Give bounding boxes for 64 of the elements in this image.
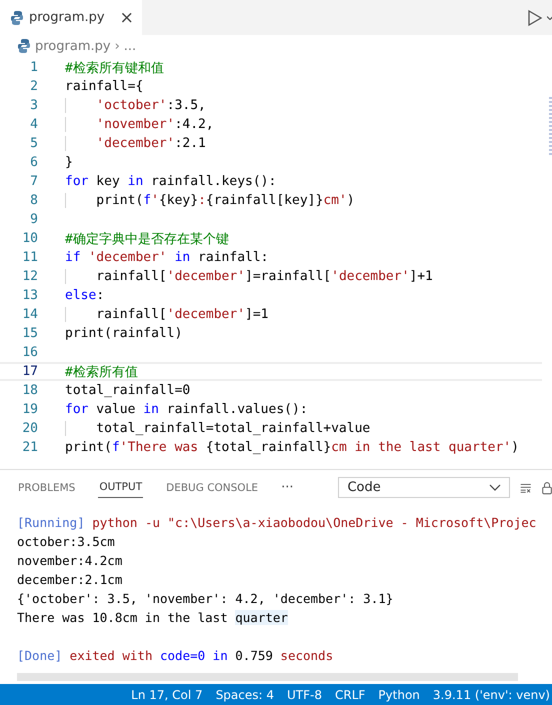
more-button[interactable]: ··· bbox=[281, 480, 294, 495]
python-file-icon bbox=[10, 10, 24, 26]
code-line: print(f'There was {total_rainfall}cm in the last quarter') bbox=[65, 440, 519, 455]
line-number: 13 bbox=[21, 288, 38, 303]
output-line: [Done] exited with code=0 in 0.759 seconds bbox=[17, 647, 334, 665]
close-icon[interactable]: × bbox=[120, 8, 134, 28]
tab-label: program.py bbox=[29, 10, 105, 25]
code-line: for key in rainfall.keys(): bbox=[65, 174, 276, 189]
line-number: 17 bbox=[21, 364, 38, 379]
line-number: 6 bbox=[29, 155, 38, 170]
status-item[interactable]: CRLF bbox=[334, 688, 366, 702]
output-line: There was 10.8cm in the last quarter bbox=[17, 609, 288, 627]
output-line: {'october': 3.5, 'november': 4.2, 'december': 3.1} bbox=[17, 590, 394, 608]
line-number: 5 bbox=[29, 136, 38, 151]
breadcrumb-item[interactable]: ... bbox=[124, 38, 136, 54]
line-number: 3 bbox=[29, 98, 38, 113]
status-item[interactable]: Spaces: 4 bbox=[216, 688, 274, 702]
panel-tab[interactable]: OUTPUT bbox=[98, 477, 144, 498]
channel-dropdown[interactable]: Code bbox=[338, 477, 510, 498]
panel-tab[interactable]: DEBUG CONSOLE bbox=[165, 478, 260, 498]
panel-tab[interactable]: PROBLEMS bbox=[17, 478, 76, 498]
output-line: october:3.5cm bbox=[17, 533, 115, 551]
code-line: rainfall={ bbox=[65, 79, 144, 94]
status-item[interactable]: UTF-8 bbox=[287, 688, 322, 702]
line-number: 10 bbox=[21, 231, 38, 246]
python-file-icon bbox=[17, 38, 31, 54]
code-line: #确定字典中是否存在某个键 bbox=[65, 230, 229, 248]
status-item[interactable]: 3.9.11 ('env': venv) bbox=[432, 688, 550, 702]
minimap bbox=[549, 97, 552, 157]
line-number: 20 bbox=[21, 421, 38, 436]
code-line: if 'december' in rainfall: bbox=[65, 250, 269, 265]
editor-tab[interactable]: program.py × bbox=[0, 0, 142, 35]
line-number: 12 bbox=[21, 269, 38, 284]
run-icon bbox=[527, 8, 543, 26]
code-line: #检索所有键和值 bbox=[65, 60, 164, 76]
code-line: #检索所有值 bbox=[65, 364, 138, 380]
output-line: november:4.2cm bbox=[17, 552, 122, 570]
status-item[interactable]: Python bbox=[378, 688, 420, 702]
line-number: 16 bbox=[21, 345, 38, 360]
code-line: for value in rainfall.values(): bbox=[65, 402, 308, 417]
line-number: 4 bbox=[29, 117, 38, 132]
output-line: [Running] python -u "c:\Users\a-xiaobodou\OneDrive - Microsoft\Projec bbox=[17, 514, 536, 532]
line-number: 7 bbox=[29, 174, 38, 189]
code-line: total_rainfall=0 bbox=[65, 383, 190, 398]
code-line: } bbox=[65, 155, 73, 170]
line-number: 14 bbox=[21, 307, 38, 322]
code-line: else: bbox=[65, 288, 104, 303]
scrollbar[interactable] bbox=[17, 673, 518, 681]
line-number: 1 bbox=[29, 60, 38, 75]
chevron-down-icon bbox=[489, 484, 502, 492]
line-number: 2 bbox=[29, 79, 38, 94]
line-number: 15 bbox=[21, 326, 38, 341]
chevron-down-icon bbox=[547, 16, 552, 20]
chevron-right-icon: › bbox=[114, 38, 120, 54]
line-number: 11 bbox=[21, 250, 38, 265]
status-item[interactable]: Ln 17, Col 7 bbox=[131, 688, 203, 702]
line-number: 8 bbox=[29, 193, 38, 208]
line-number: 9 bbox=[29, 212, 38, 227]
line-number: 21 bbox=[21, 440, 38, 455]
line-number: 19 bbox=[21, 402, 38, 417]
code-line: print(rainfall) bbox=[65, 326, 182, 341]
breadcrumb-item[interactable]: program.py bbox=[35, 38, 111, 54]
output-line: december:2.1cm bbox=[17, 571, 122, 589]
line-number: 18 bbox=[21, 383, 38, 398]
